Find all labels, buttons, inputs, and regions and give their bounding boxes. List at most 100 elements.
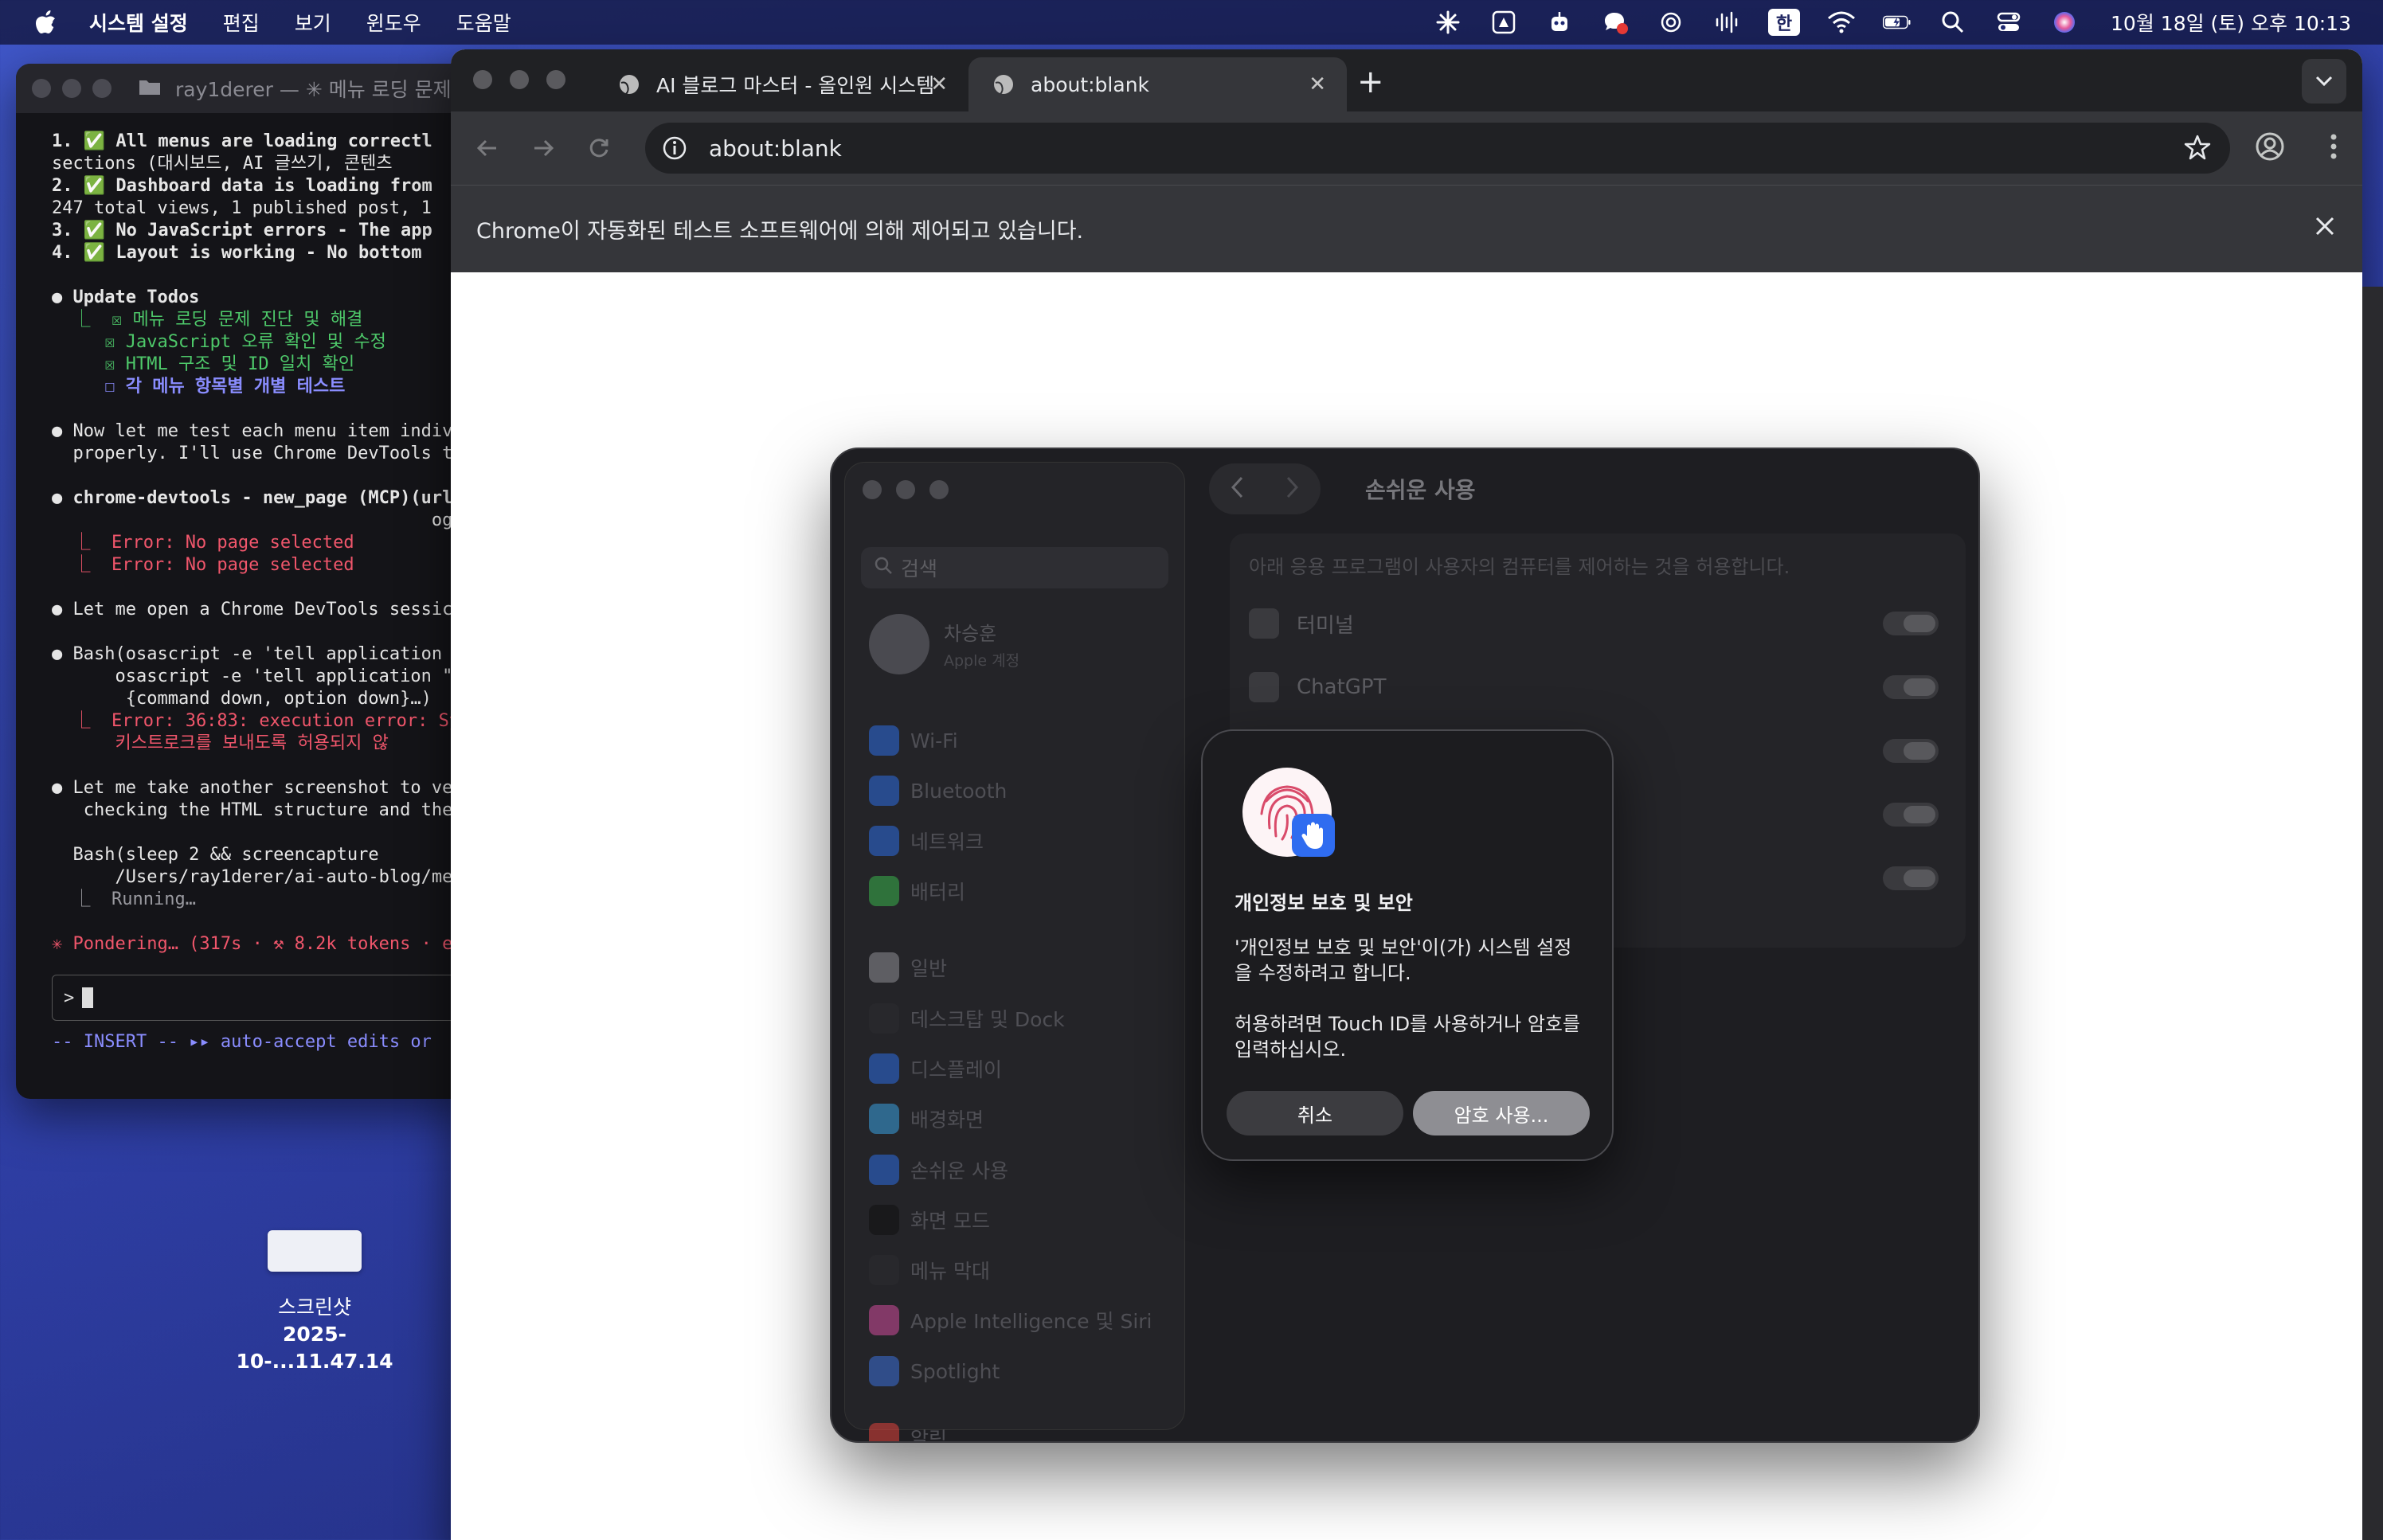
zoom-button[interactable]: [929, 480, 949, 499]
menu-app-name[interactable]: 시스템 설정: [89, 8, 188, 37]
tab-about-blank[interactable]: about:blank ✕: [968, 57, 1347, 111]
globe-icon: [992, 73, 1015, 96]
profile-icon[interactable]: [2254, 131, 2286, 166]
menu-window[interactable]: 윈도우: [366, 8, 421, 37]
browser-toolbar: about:blank: [451, 111, 2362, 185]
menu-edit[interactable]: 편집: [223, 8, 260, 37]
new-tab-button[interactable]: +: [1357, 64, 1384, 100]
menu-view[interactable]: 보기: [295, 8, 331, 37]
robot-status-icon[interactable]: [1545, 8, 1574, 37]
tab-ai-blog-master[interactable]: AI 블로그 마스터 - 올인원 시스템 ✕: [594, 57, 968, 111]
sidebar-item-icon: [869, 1255, 899, 1285]
minimize-button[interactable]: [896, 480, 915, 499]
terminal-line: ☐ 각 메뉴 항목별 개별 테스트: [52, 377, 346, 397]
close-button[interactable]: [473, 70, 492, 89]
permission-toggle[interactable]: [1883, 739, 1939, 763]
dialog-message: '개인정보 보호 및 보안'이(가) 시스템 설정을 수정하려고 합니다.: [1235, 936, 1572, 984]
sidebar-item-label: 알림: [910, 1428, 948, 1443]
sidebar-item-label: Bluetooth: [910, 779, 1008, 803]
sidebar-item[interactable]: 디스플레이: [869, 1053, 1002, 1084]
close-button[interactable]: [863, 480, 882, 499]
back-button[interactable]: [470, 131, 505, 166]
address-bar[interactable]: about:blank: [645, 123, 2230, 174]
siri-icon[interactable]: [2050, 8, 2079, 37]
site-info-icon[interactable]: [661, 135, 688, 162]
terminal-titlebar[interactable]: ray1derer — ✳ 메뉴 로딩 문제: [16, 64, 478, 113]
menu-clock[interactable]: 10월 18일 (토) 오후 10:13: [2111, 8, 2351, 37]
terminal-line: checking the HTML structure and the: [52, 800, 453, 820]
sidebar-item-label: 손쉬운 사용: [910, 1159, 1008, 1182]
reload-button[interactable]: [581, 131, 616, 166]
zoom-button[interactable]: [92, 79, 112, 98]
tab-close-icon[interactable]: ✕: [930, 72, 948, 96]
sidebar-item[interactable]: 알림: [869, 1423, 948, 1443]
minimize-button[interactable]: [510, 70, 529, 89]
forward-button[interactable]: [526, 131, 561, 166]
sidebar-apple-account[interactable]: 차승훈 Apple 계정: [869, 614, 1019, 674]
openai-status-icon[interactable]: [1657, 8, 1685, 37]
back-chevron-icon[interactable]: [1230, 475, 1244, 502]
sidebar-item[interactable]: 화면 모드: [869, 1205, 990, 1235]
tab-close-icon[interactable]: ✕: [1309, 72, 1326, 96]
sidebar-item[interactable]: 메뉴 막대: [869, 1255, 990, 1285]
sidebar-item[interactable]: 배터리: [869, 876, 965, 906]
terminal-title: ray1derer — ✳ 메뉴 로딩 문제: [175, 78, 452, 101]
permission-toggle[interactable]: [1883, 675, 1939, 699]
chat-status-icon[interactable]: [1601, 8, 1630, 37]
terminal-line: ● Update Todos: [52, 287, 200, 307]
terminal-line: properly. I'll use Chrome DevTools t: [52, 444, 453, 463]
forward-chevron-icon[interactable]: [1285, 475, 1300, 502]
sidebar-item-label: Wi-Fi: [910, 729, 958, 752]
terminal-output[interactable]: 1. ✅ All menus are loading correctl secti…: [16, 113, 478, 956]
url-text: about:blank: [709, 135, 842, 162]
avatar: [869, 614, 929, 674]
settings-search-field[interactable]: 검색: [861, 547, 1168, 588]
search-icon[interactable]: [1939, 8, 1967, 37]
permission-toggle[interactable]: [1883, 803, 1939, 827]
sidebar-item[interactable]: Bluetooth: [869, 776, 1007, 806]
input-method-indicator[interactable]: 한: [1768, 9, 1801, 36]
sidebar-item[interactable]: 손쉬운 사용: [869, 1155, 1008, 1185]
more-menu-icon[interactable]: [2327, 131, 2340, 166]
sparkle-status-icon[interactable]: [1434, 8, 1462, 37]
sidebar-item[interactable]: 데스크탑 및 Dock: [869, 1003, 1065, 1034]
terminal-status-line: -- INSERT -- ▸▸ auto-accept edits or: [52, 1032, 432, 1052]
sidebar-item[interactable]: 배경화면: [869, 1104, 984, 1134]
sidebar-item-icon: [869, 1053, 899, 1084]
sidebar-item-icon: [869, 1003, 899, 1034]
close-button[interactable]: [32, 79, 51, 98]
control-center-icon[interactable]: [1994, 8, 2023, 37]
sidebar-item[interactable]: Apple Intelligence 및 Siri: [869, 1305, 1152, 1335]
menu-help[interactable]: 도움말: [456, 8, 511, 37]
infobar-close-icon[interactable]: [2313, 214, 2337, 244]
tab-strip: AI 블로그 마스터 - 올인원 시스템 ✕ about:blank ✕ +: [451, 49, 2362, 111]
cancel-button[interactable]: 취소: [1227, 1091, 1403, 1135]
sidebar-item-icon: [869, 1423, 899, 1441]
terminal-line: 키스트로크를 보내도록 허용되지 않: [52, 733, 389, 753]
automation-infobar: Chrome이 자동화된 테스트 소프트웨어에 의해 제어되고 있습니다.: [451, 185, 2362, 272]
desktop-screenshot-file[interactable]: 스크린샷 2025-10-...11.47.14: [223, 1230, 406, 1375]
tab-title: AI 블로그 마스터 - 올인원 시스템: [656, 74, 935, 97]
bookmark-star-icon[interactable]: [2184, 134, 2211, 166]
sidebar-item[interactable]: 일반: [869, 952, 947, 983]
terminal-window: ray1derer — ✳ 메뉴 로딩 문제 1. ✅ All menus ar…: [16, 64, 478, 1099]
sidebar-item-label: 배터리: [910, 881, 966, 904]
apple-menu-icon[interactable]: [32, 9, 59, 36]
battery-icon[interactable]: [1883, 8, 1911, 37]
voice-status-icon[interactable]: [1712, 8, 1741, 37]
drive-status-icon[interactable]: [1489, 8, 1518, 37]
sidebar-item[interactable]: 네트워크: [869, 826, 984, 856]
wifi-icon[interactable]: [1827, 8, 1856, 37]
sidebar-item[interactable]: Wi-Fi: [869, 725, 958, 756]
permission-toggle[interactable]: [1883, 866, 1939, 890]
terminal-prompt-input[interactable]: >: [52, 975, 478, 1021]
use-password-button[interactable]: 암호 사용...: [1413, 1091, 1590, 1135]
settings-sidebar: 검색 차승훈 Apple 계정 Wi-Fi Bluetooth 네트워크배터리일반데…: [844, 462, 1185, 1441]
sidebar-item[interactable]: Spotlight: [869, 1356, 1000, 1386]
permission-toggle[interactable]: [1883, 612, 1939, 635]
zoom-button[interactable]: [546, 70, 565, 89]
tab-search-button[interactable]: [2302, 59, 2346, 104]
minimize-button[interactable]: [62, 79, 81, 98]
